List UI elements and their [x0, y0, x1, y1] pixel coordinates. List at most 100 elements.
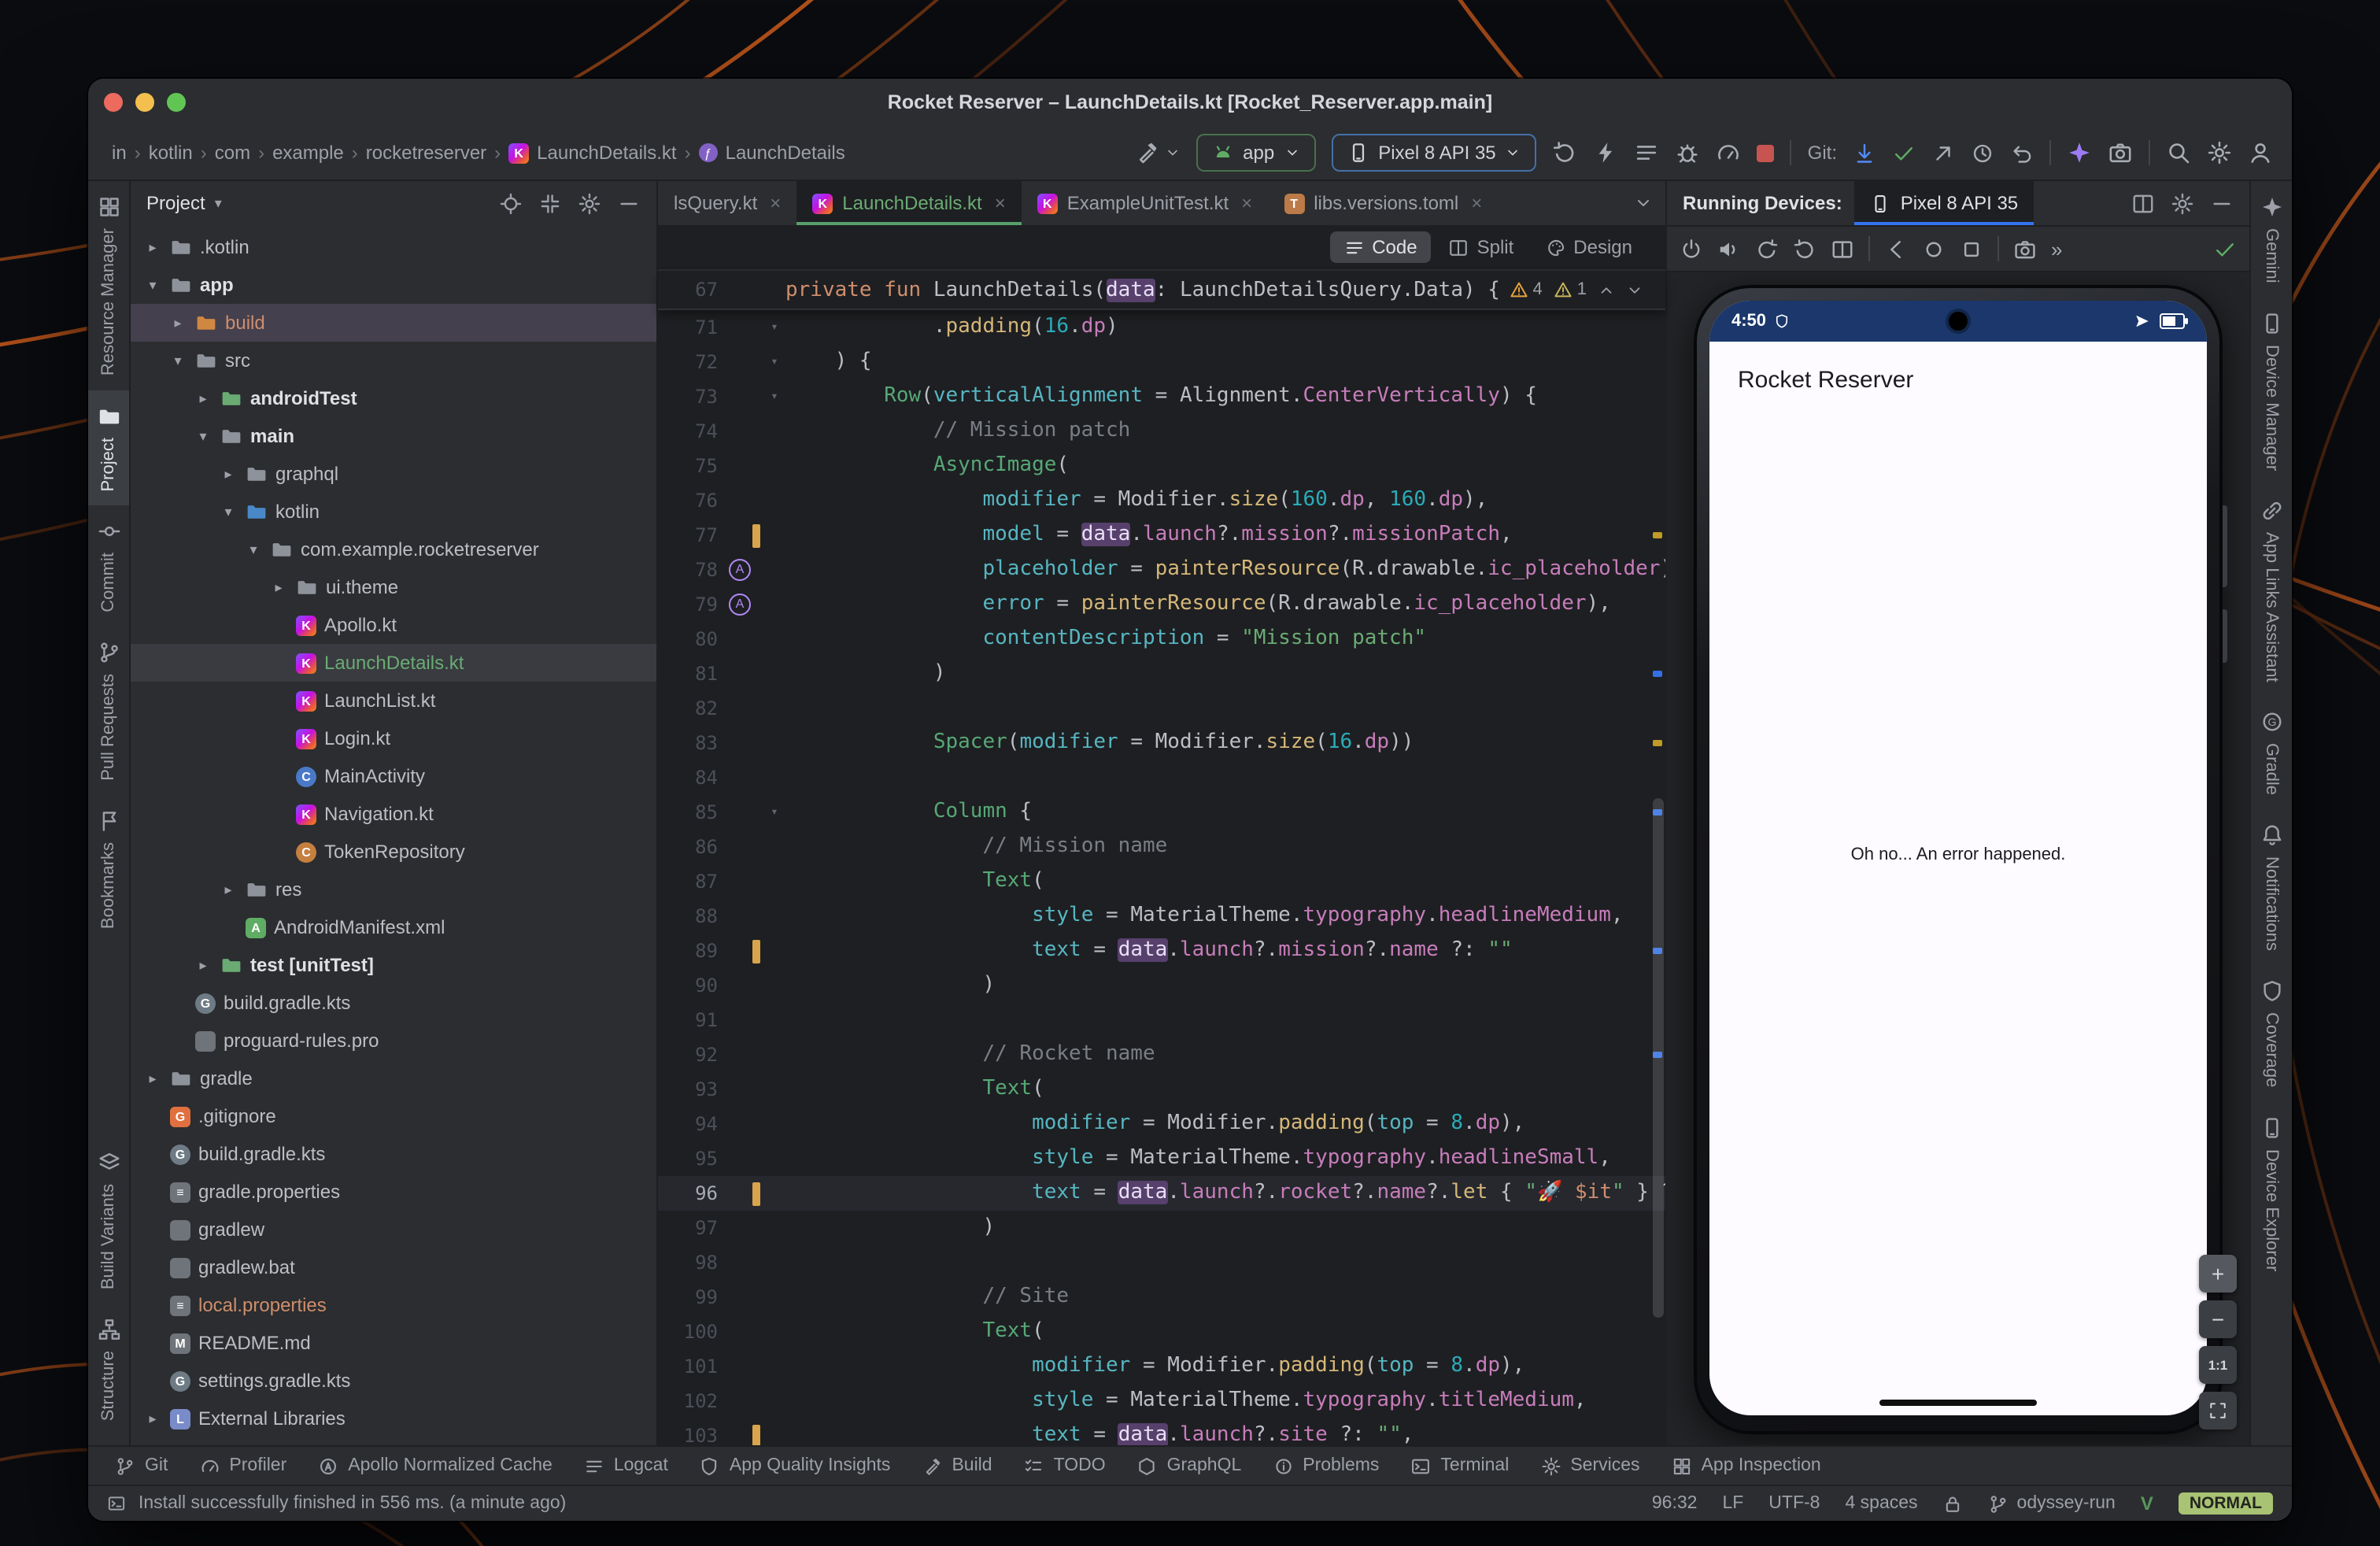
- tool-window-bar-app-inspection[interactable]: App Inspection: [1658, 1450, 1835, 1481]
- editor-tab-exampleunittest-kt[interactable]: K ExampleUnitTest.kt ×: [1022, 181, 1268, 225]
- code-line-72[interactable]: 72 ▾ ) {: [658, 345, 1665, 379]
- breadcrumb-item-launchdetails[interactable]: ƒ LaunchDetails: [694, 142, 850, 164]
- device-ready-icon[interactable]: [2213, 237, 2237, 261]
- android-back-icon[interactable]: [1884, 237, 1908, 261]
- code-line-78[interactable]: 78 A placeholder = painterResource(R.draw…: [658, 553, 1665, 587]
- tool-window-button-commit[interactable]: Commit: [88, 505, 129, 627]
- status-message-text[interactable]: Install successfully finished in 556 ms.…: [139, 1494, 566, 1513]
- project-tree-item-build-gradle-kts[interactable]: Gbuild.gradle.kts: [131, 1135, 656, 1173]
- tool-window-button-resource-manager[interactable]: Resource Manager: [88, 181, 129, 390]
- inspections-widget[interactable]: 41: [1510, 280, 1666, 299]
- git-branch-widget[interactable]: odyssey-run: [1989, 1493, 2116, 1514]
- zoom-out-button[interactable]: −: [2199, 1300, 2237, 1338]
- view-mode-code[interactable]: Code: [1329, 231, 1432, 263]
- zoom-in-button[interactable]: +: [2199, 1255, 2237, 1293]
- prev-problem-icon[interactable]: [1598, 281, 1615, 298]
- code-line-73[interactable]: 73 ▾ Row(verticalAlignment = Alignment.Ce…: [658, 379, 1665, 414]
- project-tree-item-com-example-rocketreserver[interactable]: ▾ com.example.rocketreserver: [131, 531, 656, 568]
- project-tree-item-scratches-and-consoles[interactable]: ▸SScratches and Consoles: [131, 1437, 656, 1445]
- git-history-icon[interactable]: [1971, 141, 1994, 165]
- project-tree-item-settings-gradle-kts[interactable]: Gsettings.gradle.kts: [131, 1362, 656, 1400]
- project-tree-item-androidtest[interactable]: ▸ androidTest: [131, 379, 656, 417]
- tool-window-button-gradle[interactable]: Gradle: [2251, 697, 2292, 810]
- project-tree-item-build-gradle-kts[interactable]: Gbuild.gradle.kts: [131, 984, 656, 1022]
- tool-window-bar-todo[interactable]: TODO: [1010, 1450, 1120, 1481]
- project-tree-item-res[interactable]: ▸ res: [131, 871, 656, 908]
- project-tree-item-gradlew[interactable]: gradlew: [131, 1211, 656, 1248]
- hide-tool-window-icon[interactable]: [617, 191, 641, 215]
- code-line-80[interactable]: 80 contentDescription = "Mission patch": [658, 622, 1665, 656]
- android-overview-icon[interactable]: [1960, 237, 1983, 261]
- tool-window-button-device-explorer[interactable]: Device Explorer: [2251, 1102, 2292, 1285]
- tree-expand-icon[interactable]: ▸: [143, 239, 162, 256]
- apply-changes-icon[interactable]: [1594, 140, 1619, 165]
- code-line-97[interactable]: 97 ): [658, 1211, 1665, 1245]
- vim-mode-badge[interactable]: NORMAL: [2178, 1492, 2273, 1515]
- project-tree-item-gradle[interactable]: ▸ gradle: [131, 1060, 656, 1097]
- code-line-96[interactable]: 96 text = data.launch?.rocket?.name?.let…: [658, 1176, 1665, 1211]
- volume-icon[interactable]: [1717, 237, 1741, 261]
- tree-expand-icon[interactable]: ▸: [269, 579, 288, 596]
- tree-expand-icon[interactable]: ▾: [194, 427, 213, 445]
- tool-window-button-pull-requests[interactable]: Pull Requests: [88, 626, 129, 794]
- project-tree-item-kotlin[interactable]: ▸ .kotlin: [131, 228, 656, 266]
- android-home-icon[interactable]: [1922, 237, 1946, 261]
- tool-window-bar-logcat[interactable]: Logcat: [570, 1450, 682, 1481]
- tree-expand-icon[interactable]: ▾: [168, 352, 187, 369]
- project-tree-item-app[interactable]: ▾ app: [131, 266, 656, 304]
- git-commit-icon[interactable]: [1892, 141, 1916, 165]
- rotate-left-icon[interactable]: [1755, 237, 1779, 261]
- project-tree-item-launchlist-kt[interactable]: K LaunchList.kt: [131, 682, 656, 719]
- editor-tab-launchdetails-kt[interactable]: K LaunchDetails.kt ×: [796, 181, 1022, 225]
- fold-icon[interactable]: ▾: [763, 795, 785, 830]
- code-line-82[interactable]: 82: [658, 691, 1665, 726]
- close-tab-icon[interactable]: ×: [992, 192, 1006, 214]
- rotate-right-icon[interactable]: [1793, 237, 1816, 261]
- code-line-81[interactable]: 81 ): [658, 656, 1665, 691]
- window-title-bar[interactable]: Rocket Reserver – LaunchDetails.kt [Rock…: [88, 79, 2292, 126]
- project-tree-item-external-libraries[interactable]: ▸ L External Libraries: [131, 1400, 656, 1437]
- debug-icon[interactable]: [1676, 140, 1701, 165]
- tool-window-bar-build[interactable]: Build: [907, 1450, 1006, 1481]
- locate-file-icon[interactable]: [499, 191, 523, 215]
- view-mode-split[interactable]: Split: [1435, 231, 1528, 263]
- profiler-icon[interactable]: [1717, 140, 1742, 165]
- zoom-reset-button[interactable]: 1:1: [2199, 1346, 2237, 1384]
- minimize-window-button[interactable]: [135, 93, 154, 112]
- scrollbar-thumb[interactable]: [1653, 798, 1664, 1318]
- code-line-95[interactable]: 95 style = MaterialTheme.typography.head…: [658, 1141, 1665, 1176]
- device-settings-icon[interactable]: [2171, 191, 2194, 215]
- project-tree-item-main[interactable]: ▾ main: [131, 417, 656, 455]
- project-tree-item-local-properties[interactable]: ≡ local.properties: [131, 1286, 656, 1324]
- tool-window-button-build-variants[interactable]: Build Variants: [88, 1137, 129, 1304]
- breadcrumb-item-in[interactable]: in: [107, 142, 131, 164]
- code-line-94[interactable]: 94 modifier = Modifier.padding(top = 8.d…: [658, 1107, 1665, 1141]
- code-line-71[interactable]: 71 ▾ .padding(16.dp): [658, 310, 1665, 345]
- project-tree-item-launchdetails-kt[interactable]: K LaunchDetails.kt: [131, 644, 656, 682]
- split-panel-icon[interactable]: [2131, 191, 2155, 215]
- code-line-100[interactable]: 100 Text(: [658, 1315, 1665, 1349]
- git-push-icon[interactable]: [1931, 141, 1955, 165]
- editor-tab-lsquery-kt[interactable]: lsQuery.kt ×: [658, 181, 796, 225]
- tree-expand-icon[interactable]: ▸: [219, 881, 238, 898]
- tool-window-bar-app-quality-insights[interactable]: App Quality Insights: [686, 1450, 905, 1481]
- search-icon[interactable]: [2166, 140, 2191, 165]
- project-tree-item-graphql[interactable]: ▸ graphql: [131, 455, 656, 493]
- code-line-79[interactable]: 79 A error = painterResource(R.drawable.i…: [658, 587, 1665, 622]
- project-tree-item-gradlew-bat[interactable]: gradlew.bat: [131, 1248, 656, 1286]
- tool-window-button-device-manager[interactable]: Device Manager: [2251, 298, 2292, 485]
- breadcrumb-item-kotlin[interactable]: kotlin: [144, 142, 198, 164]
- fold-icon[interactable]: ▾: [763, 379, 785, 414]
- run-configuration-select[interactable]: app: [1196, 134, 1316, 172]
- tool-window-bar-git[interactable]: Git: [101, 1450, 182, 1481]
- indent-style[interactable]: 4 spaces: [1845, 1494, 1917, 1513]
- tree-expand-icon[interactable]: ▸: [143, 1070, 162, 1087]
- tool-window-options-icon[interactable]: [578, 191, 601, 215]
- editor-scrollbar[interactable]: [1646, 310, 1665, 1445]
- code-line-99[interactable]: 99 // Site: [658, 1280, 1665, 1315]
- tree-expand-icon[interactable]: ▾: [244, 541, 263, 558]
- code-line-90[interactable]: 90 ): [658, 968, 1665, 1003]
- code-line-89[interactable]: 89 text = data.launch?.mission?.name ?: …: [658, 934, 1665, 968]
- zoom-to-fit-button[interactable]: [2199, 1392, 2237, 1429]
- breadcrumb-item-launchdetails-kt[interactable]: K LaunchDetails.kt: [504, 142, 681, 164]
